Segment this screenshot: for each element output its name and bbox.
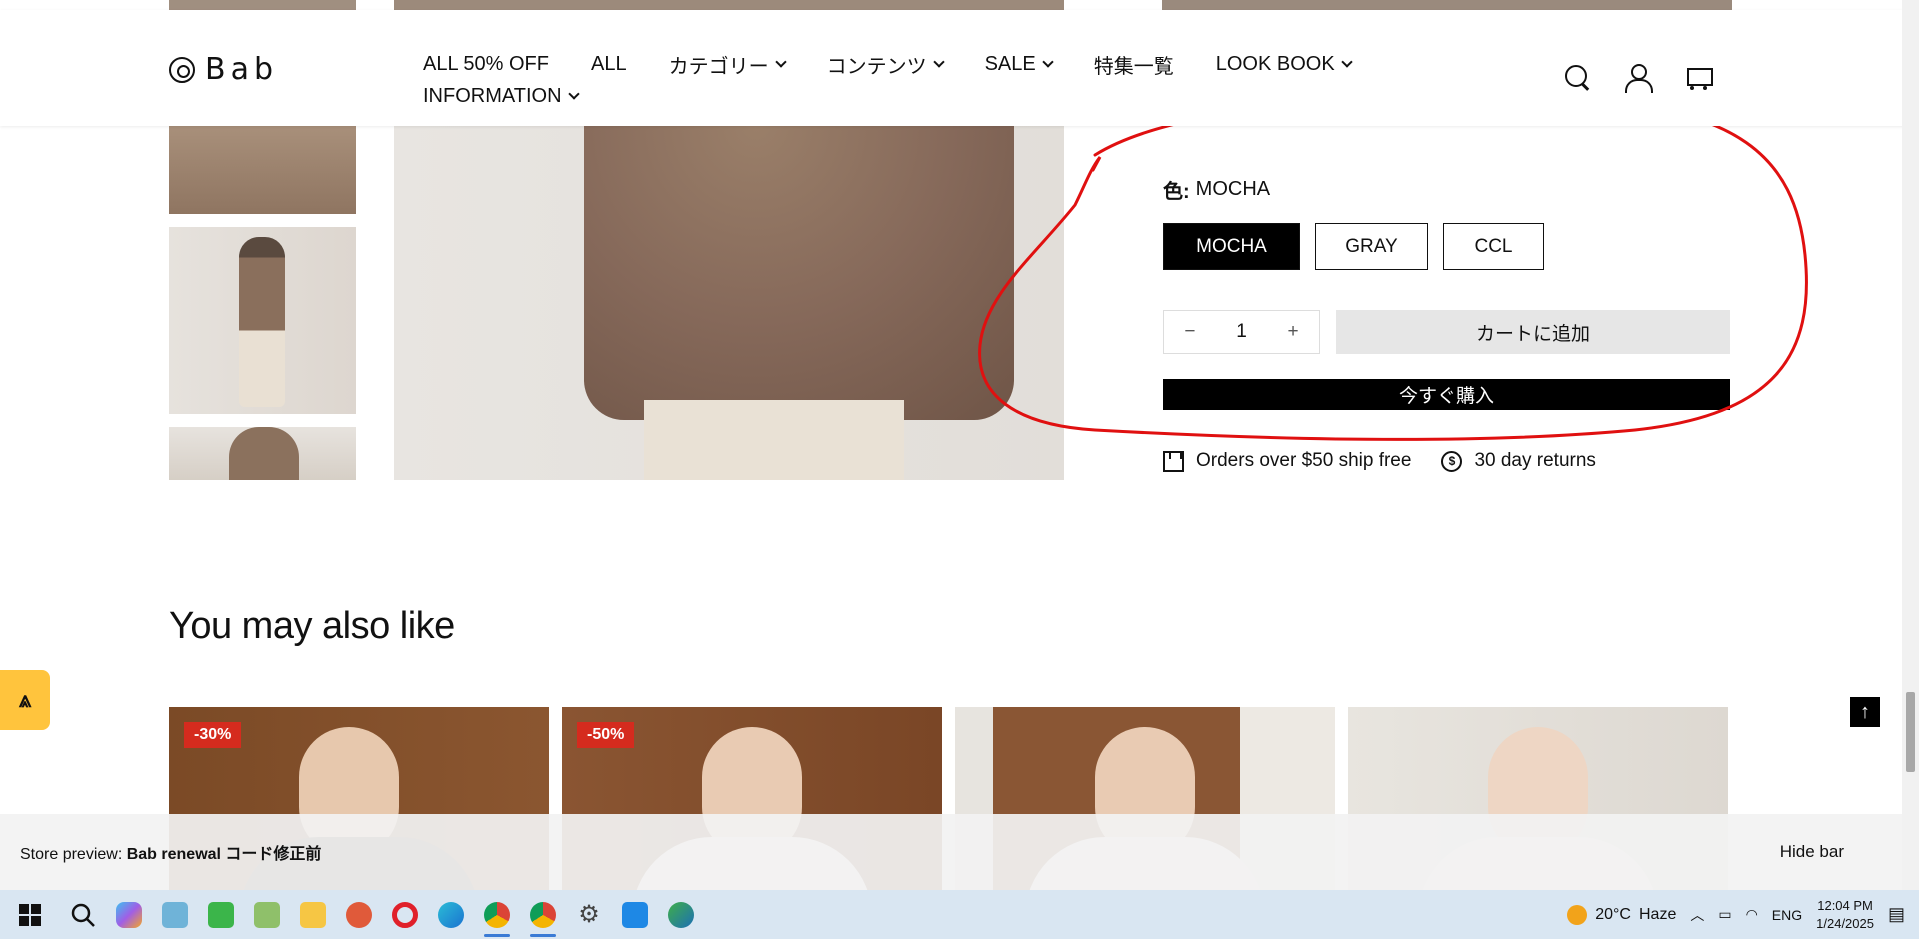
color-swatch-button[interactable]: MOCHA xyxy=(1163,223,1300,270)
nav-row: INFORMATION xyxy=(423,80,1383,112)
perk-text: Orders over $50 ship free xyxy=(1196,450,1412,471)
edge-icon[interactable] xyxy=(428,890,474,939)
quantity-stepper: − 1 + xyxy=(1163,310,1320,354)
main-nav: ALL 50% OFF ALL カテゴリー コンテンツ SALE 特集一覧 LOOK BOO… xyxy=(423,48,1383,112)
nav-item[interactable]: SALE xyxy=(984,52,1054,76)
hide-bar-button[interactable]: Hide bar xyxy=(1780,842,1844,862)
account-icon[interactable] xyxy=(1622,62,1653,93)
preview-store-name: Bab renewal コード修正前 xyxy=(126,846,322,863)
nav-item-label: LOOK BOOK xyxy=(1215,52,1335,75)
scrollbar-thumb[interactable] xyxy=(1906,692,1915,772)
opera-icon[interactable] xyxy=(382,890,428,939)
nav-item[interactable]: INFORMATION xyxy=(423,84,580,108)
chevron-down-icon xyxy=(567,87,580,100)
chevron-down-icon xyxy=(1042,55,1054,68)
nav-item[interactable]: コンテンツ xyxy=(826,50,945,79)
notepad-icon[interactable] xyxy=(244,890,290,939)
nav-item-label: カテゴリー xyxy=(668,55,769,78)
floating-widget-button[interactable]: ⩓ xyxy=(0,670,50,730)
chrome-icon[interactable] xyxy=(474,890,520,939)
nav-item[interactable]: LOOK BOOK xyxy=(1215,52,1353,76)
widget-icon: ⩓ xyxy=(18,687,32,712)
nav-item-label: ALL 50% OFF xyxy=(423,52,549,75)
product-options: 色: MOCHA MOCHA GRAY CCL − 1 + カートに追加 今すぐ購入… xyxy=(1163,175,1730,472)
site-header: Bab ALL 50% OFF ALL カテゴリー コンテンツ SALE 特集一覧 LOOK… xyxy=(0,10,1919,126)
weather-temp: 20°C xyxy=(1595,905,1631,923)
chevron-up-icon[interactable]: ︿ xyxy=(1690,905,1704,925)
product-thumbnail[interactable] xyxy=(169,227,356,414)
weather-desc: Haze xyxy=(1638,905,1677,923)
nav-item[interactable]: カテゴリー xyxy=(668,50,787,79)
site-logo[interactable]: Bab xyxy=(169,52,278,87)
nav-item-label: コンテンツ xyxy=(826,55,927,78)
nav-item[interactable]: 特集一覧 xyxy=(1094,50,1174,79)
color-label-value: MOCHA xyxy=(1195,178,1271,200)
logo-icon xyxy=(169,56,195,83)
color-swatches: MOCHA GRAY CCL xyxy=(1163,223,1730,270)
app-icon[interactable] xyxy=(612,890,658,939)
windows-taskbar: ⚙ 20°C Haze ︿ ▭ ◠ ENG 12:04 PM 1/24/2025… xyxy=(0,890,1919,939)
cart-icon[interactable] xyxy=(1682,62,1713,92)
search-icon[interactable] xyxy=(1562,62,1592,92)
nav-item[interactable]: ALL xyxy=(591,53,627,76)
color-swatch-button[interactable]: GRAY xyxy=(1315,223,1428,270)
header-icons xyxy=(1562,62,1713,93)
related-title: You may also like xyxy=(169,605,455,647)
weather-widget[interactable]: 20°C Haze xyxy=(1567,904,1677,925)
clock-date: 1/24/2025 xyxy=(1816,915,1874,931)
clock[interactable]: 12:04 PM 1/24/2025 xyxy=(1816,897,1874,933)
weather-icon xyxy=(1567,904,1588,925)
nav-item-label: 特集一覧 xyxy=(1093,55,1174,78)
battery-icon[interactable]: ▭ xyxy=(1718,906,1731,923)
color-label: 色: MOCHA xyxy=(1163,175,1730,204)
buy-row: − 1 + カートに追加 xyxy=(1163,310,1730,354)
chevron-down-icon xyxy=(932,55,945,68)
copilot-icon[interactable] xyxy=(106,890,152,939)
chevron-down-icon xyxy=(1341,55,1353,68)
nav-item[interactable]: ALL 50% OFF xyxy=(423,53,549,76)
nav-row: ALL 50% OFF ALL カテゴリー コンテンツ SALE 特集一覧 LOOK BOO… xyxy=(423,48,1383,80)
perks: Orders over $50 ship free $ 30 day retur… xyxy=(1163,450,1730,472)
color-swatch-button[interactable]: CCL xyxy=(1443,223,1544,270)
search-taskbar-icon[interactable] xyxy=(60,890,106,939)
nav-item-label: SALE xyxy=(984,52,1036,75)
qty-value[interactable]: 1 xyxy=(1236,321,1247,343)
qty-plus-button[interactable]: + xyxy=(1288,321,1299,343)
add-to-cart-button[interactable]: カートに追加 xyxy=(1336,310,1730,354)
chevron-down-icon xyxy=(774,55,787,68)
start-icon[interactable] xyxy=(0,890,60,939)
package-icon xyxy=(1163,450,1184,472)
camtasia-icon[interactable] xyxy=(198,890,244,939)
page-scrollbar[interactable] xyxy=(1902,0,1919,890)
clock-time: 12:04 PM xyxy=(1817,897,1873,913)
app-icon[interactable] xyxy=(658,890,704,939)
perk-returns: $ 30 day returns xyxy=(1441,450,1596,472)
color-label-key: 色: xyxy=(1163,181,1190,203)
nav-item-label: INFORMATION xyxy=(423,84,562,107)
perk-shipping: Orders over $50 ship free xyxy=(1163,450,1411,472)
nav-item-label: ALL xyxy=(590,52,627,75)
preview-text: Store preview: Bab renewal コード修正前 xyxy=(20,840,321,864)
qty-minus-button[interactable]: − xyxy=(1184,321,1195,343)
notification-icon[interactable]: ▤ xyxy=(1888,904,1905,925)
app-icon[interactable] xyxy=(152,890,198,939)
preview-prefix: Store preview: xyxy=(20,846,127,863)
product-thumbnail[interactable] xyxy=(169,427,356,480)
back-to-top-button[interactable]: ↑ xyxy=(1850,697,1880,727)
discount-badge: -50% xyxy=(577,722,635,748)
settings-icon[interactable]: ⚙ xyxy=(566,890,612,939)
store-preview-bar: Store preview: Bab renewal コード修正前 Hide b… xyxy=(0,814,1902,890)
system-tray: 20°C Haze ︿ ▭ ◠ ENG 12:04 PM 1/24/2025 ▤ xyxy=(1567,890,1919,939)
logo-text: Bab xyxy=(205,52,279,87)
language-indicator[interactable]: ENG xyxy=(1772,907,1802,923)
perk-text: 30 day returns xyxy=(1474,450,1596,471)
dollar-circle-icon: $ xyxy=(1441,450,1463,472)
file-explorer-icon[interactable] xyxy=(290,890,336,939)
discount-badge: -30% xyxy=(184,722,242,748)
wifi-icon[interactable]: ◠ xyxy=(1746,906,1758,923)
buy-now-button[interactable]: 今すぐ購入 xyxy=(1163,379,1730,410)
chrome-profile-icon[interactable] xyxy=(520,890,566,939)
app-icon[interactable] xyxy=(336,890,382,939)
